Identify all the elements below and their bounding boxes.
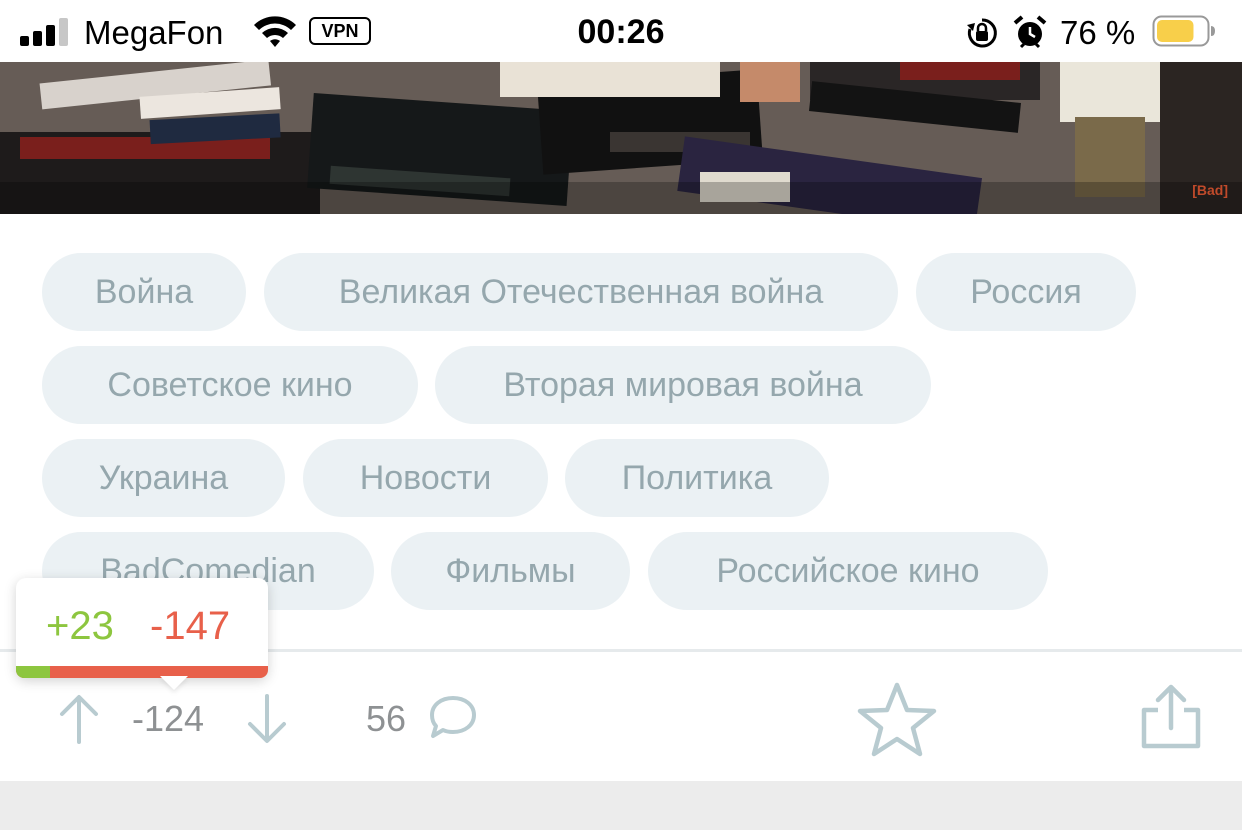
arrow-down-icon[interactable] — [246, 694, 288, 744]
tag-chip[interactable]: Великая Отечественная война — [264, 253, 898, 331]
tag-chip[interactable]: Политика — [565, 439, 829, 517]
tag-chip[interactable]: Война — [42, 253, 246, 331]
rotation-lock-icon — [967, 18, 997, 48]
tag-chip[interactable]: Советское кино — [42, 346, 418, 424]
vote-breakdown-popover: +23 -147 — [16, 578, 268, 678]
tag-chip[interactable]: Российское кино — [648, 532, 1048, 610]
popover-arrow — [160, 676, 188, 690]
alarm-icon — [1013, 15, 1047, 49]
status-time: 00:26 — [577, 13, 665, 51]
status-bar: MegaFon VPN 00:26 76 % — [0, 0, 1242, 62]
books-photo — [0, 62, 1242, 214]
battery-icon — [1152, 15, 1215, 47]
post-image[interactable]: [Bad] — [0, 62, 1242, 214]
star-icon[interactable] — [856, 680, 938, 760]
downvotes-count: -147 — [150, 604, 231, 648]
battery-percent: 76 % — [1060, 14, 1136, 51]
vote-ratio-fill — [16, 666, 51, 678]
image-watermark: [Bad] — [1192, 182, 1228, 198]
vote-ratio-bar — [16, 666, 268, 678]
tag-chip[interactable]: Россия — [916, 253, 1136, 331]
tag-chip[interactable]: Новости — [303, 439, 548, 517]
share-icon[interactable] — [1140, 684, 1202, 750]
tag-chip[interactable]: Фильмы — [391, 532, 630, 610]
footer-strip — [0, 781, 1242, 830]
tag-chip[interactable]: Украина — [42, 439, 285, 517]
tag-chip[interactable]: Вторая мировая война — [435, 346, 931, 424]
upvotes-count: +23 — [46, 604, 114, 648]
comments-count[interactable]: 56 — [366, 698, 406, 740]
arrow-up-icon[interactable] — [58, 694, 100, 744]
comment-icon[interactable] — [428, 694, 478, 740]
post-rating: -124 — [132, 698, 205, 739]
